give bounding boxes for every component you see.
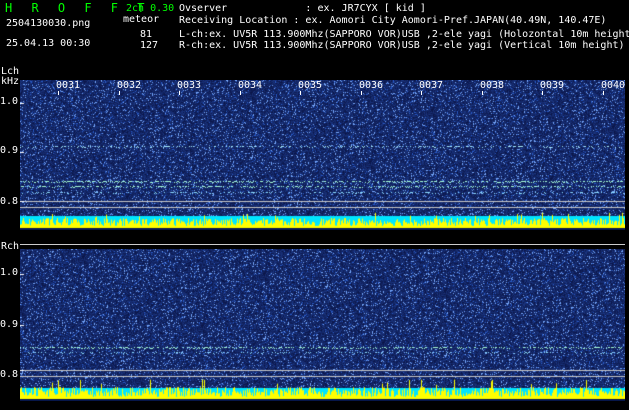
time-label: 0032 — [117, 80, 142, 91]
time-tick — [119, 91, 120, 95]
panel-divider — [20, 244, 625, 245]
time-label: 0036 — [359, 80, 384, 91]
rch-spectrogram-canvas — [20, 249, 625, 401]
lch-ytick-3: 0.8 — [0, 196, 19, 207]
lch-ytick-1: 1.0 — [0, 96, 19, 107]
time-label: 0040 — [601, 80, 626, 91]
time-label: 0038 — [480, 80, 505, 91]
time-label: 0031 — [56, 80, 81, 91]
lch-spectrogram-canvas — [20, 80, 625, 230]
time-label: 0035 — [298, 80, 323, 91]
observer-line: Ovserver : ex. JR7CYX [ kid ] — [179, 3, 426, 14]
time-tick — [361, 91, 362, 95]
time-tick — [542, 91, 543, 95]
time-label: 0034 — [238, 80, 263, 91]
time-tick — [179, 91, 180, 95]
time-label: 0033 — [177, 80, 202, 91]
rch-ytick-2: 0.9 — [0, 319, 19, 330]
time-tick — [300, 91, 301, 95]
time-tick — [240, 91, 241, 95]
time-tick — [603, 91, 604, 95]
rch-meteor-count: 127 — [140, 40, 159, 51]
meteor-label: meteor — [123, 14, 160, 25]
time-tick — [482, 91, 483, 95]
lch-unit: kHz — [1, 76, 20, 87]
rch-title: Rch — [1, 241, 20, 252]
rch-ytick-3: 0.8 — [0, 369, 19, 380]
lch-spectrogram: 0031 0032 0033 0034 0035 0036 0037 0038 0039 0040 — [20, 80, 625, 230]
datetime-label: 25.04.13 00:30 — [6, 38, 91, 49]
time-label: 0039 — [540, 80, 565, 91]
time-tick — [58, 91, 59, 95]
rch-ytick-1: 1.0 — [0, 267, 19, 278]
filename-label: 2504130030.png — [6, 18, 91, 29]
rch-spectrogram — [20, 249, 625, 401]
rch-config-line: R-ch:ex. UV5R 113.900Mhz(SAPPORO VOR)USB… — [179, 40, 625, 51]
time-label: 0037 — [419, 80, 444, 91]
location-line: Receiving Location : ex. Aomori City Aom… — [179, 15, 607, 26]
lch-ytick-2: 0.9 — [0, 145, 19, 156]
time-tick — [421, 91, 422, 95]
